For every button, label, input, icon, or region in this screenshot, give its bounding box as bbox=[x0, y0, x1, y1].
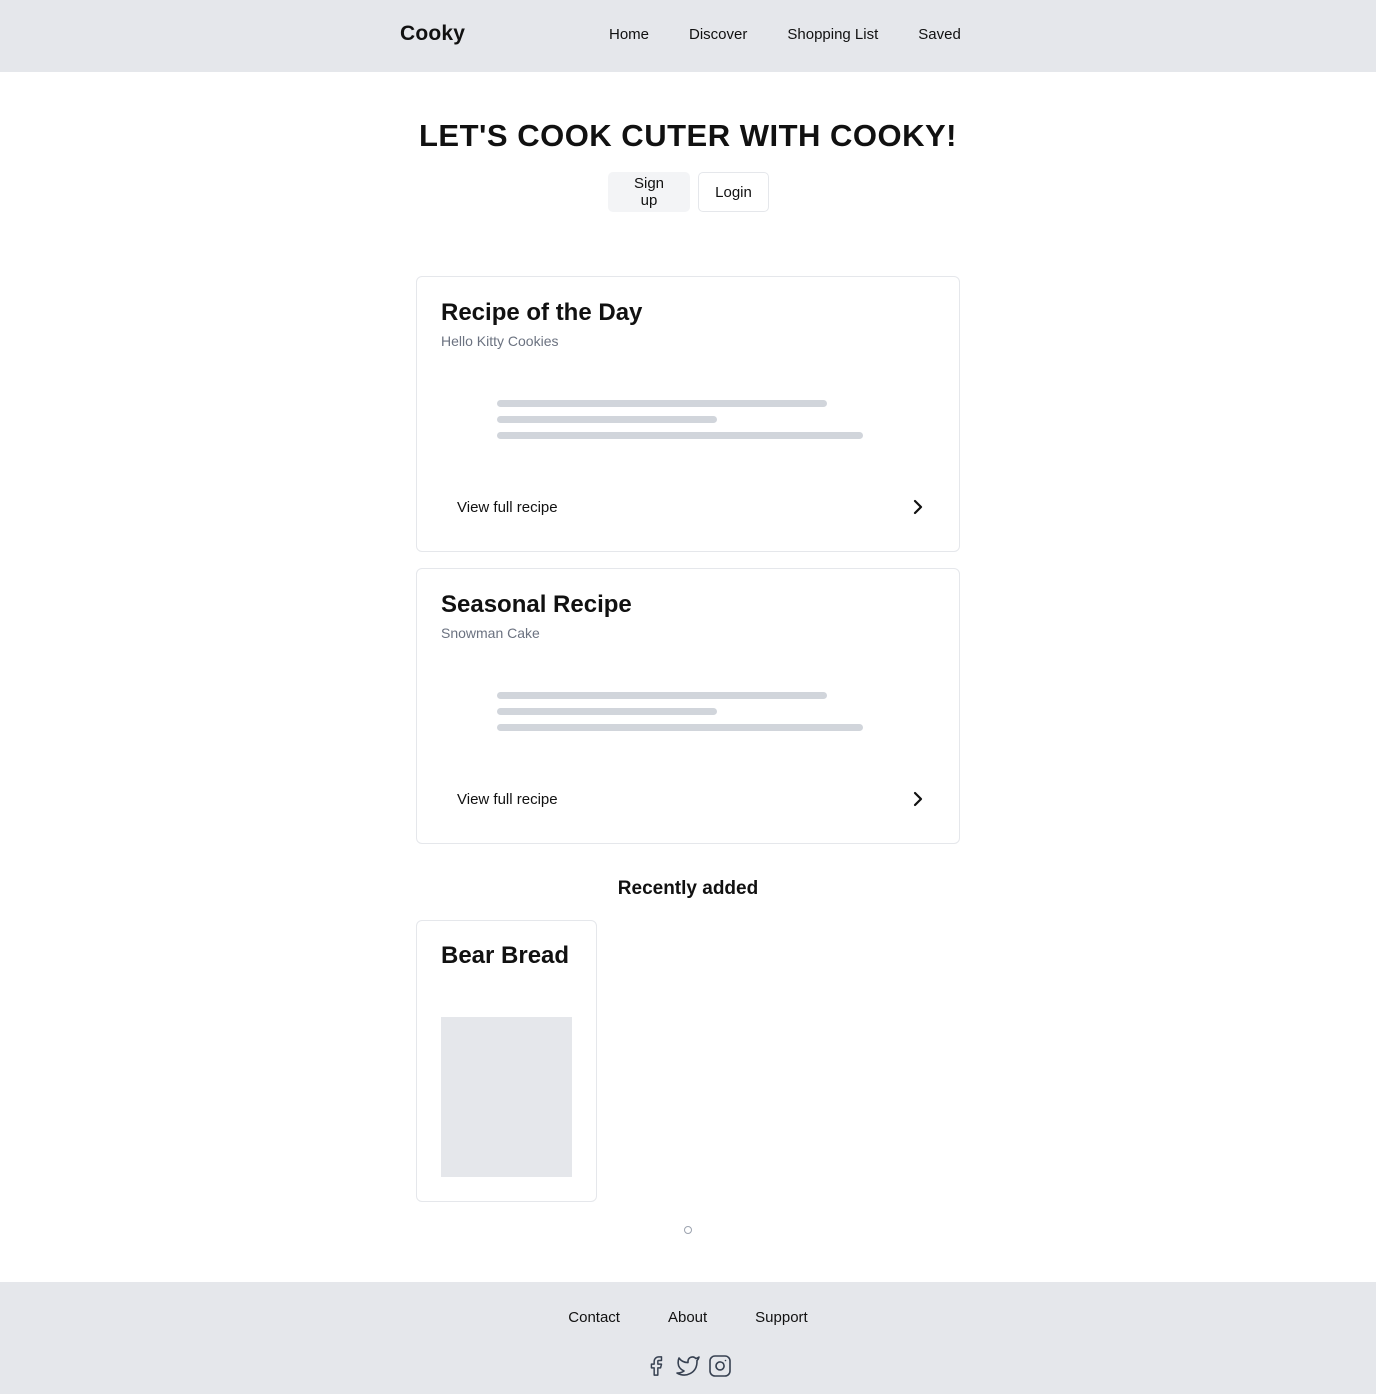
view-full-recipe-link[interactable]: View full recipe bbox=[441, 783, 935, 815]
footer-link-support[interactable]: Support bbox=[755, 1309, 808, 1326]
recipe-image-placeholder bbox=[441, 1017, 572, 1177]
card-subtitle: Snowman Cake bbox=[441, 625, 540, 641]
content-placeholder bbox=[497, 400, 863, 448]
seasonal-recipe-card: Seasonal Recipe Snowman Cake View full r… bbox=[416, 568, 960, 844]
chevron-right-icon bbox=[909, 790, 927, 808]
card-title: Seasonal Recipe bbox=[441, 591, 632, 618]
nav-item-saved[interactable]: Saved bbox=[918, 26, 961, 43]
placeholder-line bbox=[497, 708, 717, 715]
placeholder-line bbox=[497, 692, 827, 699]
content-placeholder bbox=[497, 692, 863, 740]
chevron-right-icon bbox=[909, 498, 927, 516]
facebook-icon[interactable] bbox=[644, 1354, 668, 1378]
placeholder-line bbox=[497, 432, 863, 439]
instagram-icon[interactable] bbox=[708, 1354, 732, 1378]
view-full-recipe-label: View full recipe bbox=[457, 498, 558, 516]
brand-logo[interactable]: Cooky bbox=[400, 22, 465, 46]
view-full-recipe-link[interactable]: View full recipe bbox=[441, 491, 935, 523]
view-full-recipe-label: View full recipe bbox=[457, 790, 558, 808]
nav-item-shopping-list[interactable]: Shopping List bbox=[787, 26, 878, 43]
nav-item-discover[interactable]: Discover bbox=[689, 26, 747, 43]
nav-item-home[interactable]: Home bbox=[609, 26, 649, 43]
top-navbar: Cooky Home Discover Shopping List Saved bbox=[0, 0, 1376, 72]
footer-link-contact[interactable]: Contact bbox=[568, 1309, 620, 1326]
footer-link-about[interactable]: About bbox=[668, 1309, 707, 1326]
main-nav: Home Discover Shopping List Saved bbox=[609, 26, 961, 43]
hero-title: LET'S COOK CUTER WITH COOKY! bbox=[418, 118, 958, 153]
placeholder-line bbox=[497, 416, 717, 423]
card-title: Recipe of the Day bbox=[441, 299, 643, 326]
footer: Contact About Support bbox=[0, 1282, 1376, 1394]
signup-button[interactable]: Sign up bbox=[608, 172, 690, 212]
recipe-card-title: Bear Bread bbox=[441, 942, 570, 969]
login-button[interactable]: Login bbox=[698, 172, 769, 212]
card-subtitle: Hello Kitty Cookies bbox=[441, 333, 559, 349]
footer-links: Contact About Support bbox=[0, 1309, 1376, 1326]
carousel-pagination-dot[interactable] bbox=[684, 1226, 692, 1234]
recently-added-heading: Recently added bbox=[617, 878, 759, 899]
recipe-of-the-day-card: Recipe of the Day Hello Kitty Cookies Vi… bbox=[416, 276, 960, 552]
social-links bbox=[0, 1354, 1376, 1378]
auth-buttons: Sign up Login bbox=[608, 172, 769, 212]
placeholder-line bbox=[497, 724, 863, 731]
placeholder-line bbox=[497, 400, 827, 407]
recipe-card-bear-bread[interactable]: Bear Bread bbox=[416, 920, 597, 1202]
twitter-icon[interactable] bbox=[676, 1354, 700, 1378]
